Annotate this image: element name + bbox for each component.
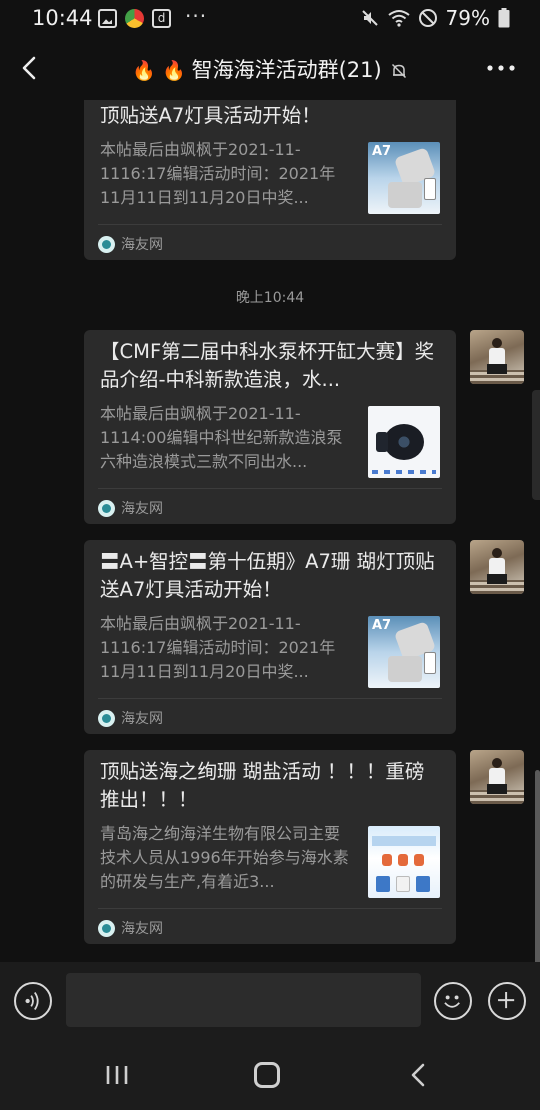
input-bar (0, 962, 540, 1040)
system-back-button[interactable] (408, 1062, 428, 1088)
sender-avatar[interactable] (470, 540, 524, 594)
card-source: 海友网 (98, 918, 163, 938)
d-app-icon: d (152, 9, 171, 28)
card-divider (98, 224, 442, 225)
sender-avatar[interactable] (470, 750, 524, 804)
card-description: 青岛海之绚海洋生物有限公司主要技术人员从1996年开始参与海水素的研发与生产,有… (100, 824, 349, 891)
message-timestamp: 晚上10:44 (235, 290, 305, 306)
card-title: 〓A+智控〓第十伍期》A7珊 瑚灯顶贴送A7灯具活动开始！ (100, 550, 435, 601)
thumb-label: A7 (372, 144, 392, 159)
card-divider (98, 488, 442, 489)
recent-apps-button[interactable] (104, 1064, 130, 1086)
link-card-message[interactable]: 顶贴送海之绚珊 瑚盐活动 ！！！重磅推出！！！ 青岛海之绚海洋生物有限公司主要技… (84, 750, 456, 944)
home-button[interactable] (254, 1062, 280, 1088)
chrome-icon (125, 9, 144, 28)
source-logo-icon (98, 499, 115, 517)
source-name: 海友网 (121, 501, 163, 517)
system-icons: 79% (360, 6, 510, 30)
card-title: 顶贴送A7灯具活动开始！ (100, 104, 321, 127)
source-logo-icon (98, 235, 115, 253)
status-time: 10:44 (32, 6, 93, 30)
more-options-button[interactable] (486, 56, 516, 80)
source-name: 海友网 (121, 921, 163, 937)
system-nav-bar (0, 1040, 540, 1110)
chat-header: 🔥 🔥 智海海洋活动群(21) (0, 38, 540, 100)
link-card-message[interactable]: 【CMF第二届中科水泵杯开缸大赛】奖品介绍-中科新款造浪，水... 本帖最后由飒… (84, 330, 456, 524)
card-source: 海友网 (98, 234, 163, 254)
message-input[interactable] (66, 973, 421, 1027)
card-source: 海友网 (98, 708, 163, 728)
thumb-label: A7 (372, 618, 392, 633)
card-description: 本帖最后由飒枫于2021-11-1114:00编辑中科世纪新款造浪泵六种造浪模式… (100, 404, 343, 471)
battery-level: 79% (445, 6, 490, 30)
muted-bell-icon (391, 63, 406, 79)
more-notifications-icon: ··· (185, 3, 208, 28)
source-logo-icon (98, 919, 115, 937)
sender-avatar[interactable] (470, 330, 524, 384)
link-card-message[interactable]: 顶贴送A7灯具活动开始！ 本帖最后由飒枫于2021-11-1116:17编辑活动… (84, 100, 456, 260)
group-name: 智海海洋活动群(21) (191, 58, 382, 82)
card-thumbnail (368, 826, 440, 898)
message-list[interactable]: 顶贴送A7灯具活动开始！ 本帖最后由飒枫于2021-11-1116:17编辑活动… (0, 100, 540, 962)
card-divider (98, 908, 442, 909)
voice-input-button[interactable] (14, 982, 52, 1020)
wifi-icon (387, 10, 410, 27)
card-source: 海友网 (98, 498, 163, 518)
link-card-message[interactable]: 〓A+智控〓第十伍期》A7珊 瑚灯顶贴送A7灯具活动开始！ 本帖最后由飒枫于20… (84, 540, 456, 734)
card-thumbnail (368, 406, 440, 478)
fire-icon: 🔥 (161, 60, 186, 82)
add-attachment-button[interactable] (488, 982, 526, 1020)
notification-icons: d ··· (98, 4, 207, 28)
card-thumbnail: A7 (368, 616, 440, 688)
card-description: 本帖最后由飒枫于2021-11-1116:17编辑活动时间：2021年11月11… (100, 140, 336, 207)
status-bar: 10:44 d ··· 79% (0, 0, 540, 38)
card-thumbnail: A7 (368, 142, 440, 214)
card-title: 顶贴送海之绚珊 瑚盐活动 ！！！重磅推出！！！ (100, 760, 425, 811)
source-name: 海友网 (121, 237, 163, 253)
source-name: 海友网 (121, 711, 163, 727)
do-not-disturb-icon (418, 9, 437, 27)
gallery-icon (98, 9, 117, 28)
card-divider (98, 698, 442, 699)
battery-icon (498, 8, 510, 28)
scrollbar[interactable] (535, 770, 540, 962)
card-title: 【CMF第二届中科水泵杯开缸大赛】奖品介绍-中科新款造浪，水... (100, 340, 435, 391)
source-logo-icon (98, 709, 115, 727)
emoji-button[interactable] (434, 982, 472, 1020)
edge-panel-handle[interactable] (532, 390, 540, 500)
chat-title[interactable]: 🔥 🔥 智海海洋活动群(21) (0, 54, 540, 84)
card-description: 本帖最后由飒枫于2021-11-1116:17编辑活动时间：2021年11月11… (100, 614, 336, 681)
mute-icon (361, 10, 378, 26)
fire-icon: 🔥 (132, 60, 156, 82)
